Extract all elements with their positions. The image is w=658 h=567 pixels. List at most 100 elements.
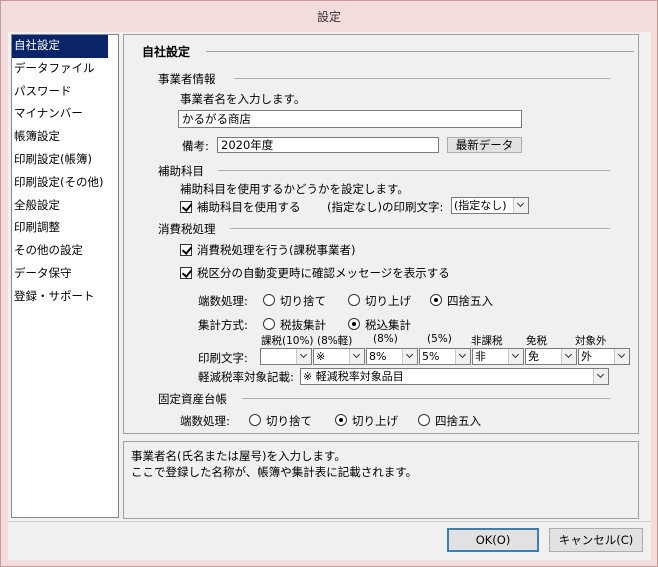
nav-item-data-file[interactable]: データファイル — [12, 58, 118, 81]
memo-label: 備考: — [182, 139, 209, 153]
tax-round-down-label: 切り捨て — [280, 294, 326, 308]
fixed-round-down-radio[interactable] — [249, 414, 261, 426]
chevron-down-icon — [561, 349, 576, 364]
aggregate-included-radio[interactable] — [348, 318, 360, 330]
tax-process-label: 消費税処理を行う(課税事業者) — [197, 243, 356, 257]
footer-divider — [8, 521, 651, 522]
subject-instruction: 補助科目を使用するかどうかを設定します。 — [180, 182, 409, 196]
print-char-nontaxable-value: 非 — [475, 350, 486, 363]
column-5: (5%) — [427, 333, 452, 345]
use-subject-checkbox[interactable] — [180, 201, 192, 213]
column-exempt: 免税 — [526, 335, 547, 347]
print-char-out-of-scope-value: 外 — [581, 350, 592, 363]
chevron-down-icon — [349, 349, 364, 364]
print-char-5-value: 5% — [422, 350, 440, 363]
chevron-down-icon — [508, 349, 523, 364]
latest-data-button[interactable]: 最新データ — [447, 137, 522, 153]
panel-title-divider — [206, 51, 634, 52]
fixed-rounding-label: 端数処理: — [180, 414, 230, 428]
print-char-8[interactable]: 8% — [366, 348, 418, 365]
print-char-8-value: 8% — [369, 350, 387, 363]
subject-print-value: (指定なし) — [454, 199, 507, 212]
panel-title: 自社設定 — [142, 45, 191, 59]
subject-print-label: (指定なし)の印刷文字: — [327, 200, 444, 214]
fixed-round-half-radio[interactable] — [418, 414, 430, 426]
nav-item-print-other[interactable]: 印刷設定(その他) — [12, 172, 118, 195]
nav-item-other[interactable]: その他の設定 — [12, 240, 118, 263]
subject-print-select[interactable]: (指定なし) — [451, 197, 529, 214]
settings-window: 設定 自社設定 データファイル パスワード マイナンバー 帳簿設定 印刷設定(帳… — [0, 0, 658, 567]
business-name-instruction: 事業者名を入力します。 — [180, 92, 306, 106]
chevron-down-icon — [455, 349, 470, 364]
chevron-down-icon — [593, 369, 608, 384]
fixed-assets-header: 固定資産台帳 — [158, 392, 227, 406]
column-8: (8%) — [373, 333, 398, 345]
print-char-out-of-scope[interactable]: 外 — [578, 348, 630, 365]
tax-rounding-label: 端数処理: — [198, 294, 248, 308]
nav-item-general[interactable]: 全般設定 — [12, 195, 118, 218]
aggregate-excluded-radio[interactable] — [263, 318, 275, 330]
settings-nav: 自社設定 データファイル パスワード マイナンバー 帳簿設定 印刷設定(帳簿) … — [11, 34, 119, 518]
tax-round-half-label: 四捨五入 — [447, 294, 493, 308]
aggregate-excluded-label: 税抜集計 — [280, 318, 326, 332]
fixed-round-up-radio[interactable] — [335, 414, 347, 426]
reduced-tax-select[interactable]: ※ 軽減税率対象品目 — [300, 368, 609, 385]
nav-item-print-adjust[interactable]: 印刷調整 — [12, 217, 118, 240]
tax-round-up-radio[interactable] — [348, 294, 360, 306]
memo-input[interactable]: 2020年度 — [217, 137, 439, 153]
print-chars-label: 印刷文字: — [198, 351, 248, 365]
aggregate-included-label: 税込集計 — [365, 318, 411, 332]
chevron-down-icon — [402, 349, 417, 364]
nav-item-maintenance[interactable]: データ保守 — [12, 263, 118, 286]
print-char-exempt-value: 免 — [528, 350, 539, 363]
company-settings-panel: 自社設定 事業者情報 事業者名を入力します。 かるがる商店 備考: 2020年度… — [123, 34, 639, 434]
window-client: 自社設定 データファイル パスワード マイナンバー 帳簿設定 印刷設定(帳簿) … — [8, 32, 651, 560]
print-char-8-reduced-value: ※ — [316, 350, 326, 363]
nav-item-ledger[interactable]: 帳簿設定 — [12, 126, 118, 149]
column-8-reduced: (8%軽) — [317, 335, 353, 347]
tax-round-up-label: 切り上げ — [365, 294, 411, 308]
tax-header: 消費税処理 — [158, 222, 216, 236]
description-line-2: ここで登録した名称が、帳簿や集計表に記載されます。 — [131, 465, 418, 479]
aggregate-label: 集計方式: — [198, 318, 248, 332]
print-char-5[interactable]: 5% — [419, 348, 471, 365]
fixed-round-down-label: 切り捨て — [266, 414, 312, 428]
chevron-down-icon — [296, 349, 311, 364]
print-char-8-reduced[interactable]: ※ — [313, 348, 365, 365]
print-char-taxable-10[interactable] — [260, 348, 312, 365]
column-nontaxable: 非課税 — [471, 335, 503, 347]
tax-process-checkbox[interactable] — [180, 244, 192, 256]
tax-confirm-label: 税区分の自動変更時に確認メッセージを表示する — [197, 266, 450, 280]
tax-divider — [230, 228, 610, 229]
nav-item-my-number[interactable]: マイナンバー — [12, 103, 118, 126]
reduced-tax-label: 軽減税率対象記載: — [198, 370, 294, 384]
business-name-input[interactable]: かるがる商店 — [178, 110, 522, 128]
nav-item-password[interactable]: パスワード — [12, 81, 118, 104]
business-info-divider — [234, 78, 610, 79]
nav-item-company[interactable]: 自社設定 — [12, 35, 108, 58]
cancel-button[interactable]: キャンセル(C) — [549, 528, 643, 552]
ok-button[interactable]: OK(O) — [447, 528, 539, 552]
tax-confirm-checkbox[interactable] — [180, 267, 192, 279]
tax-round-down-radio[interactable] — [263, 294, 275, 306]
fixed-round-half-label: 四捨五入 — [435, 414, 481, 428]
reduced-tax-value: ※ 軽減税率対象品目 — [303, 370, 404, 383]
tax-round-half-radio[interactable] — [430, 294, 442, 306]
window-title: 設定 — [2, 2, 656, 32]
fixed-assets-divider — [242, 398, 610, 399]
business-info-header: 事業者情報 — [158, 72, 216, 86]
nav-item-print-ledger[interactable]: 印刷設定(帳簿) — [12, 149, 118, 172]
column-out-of-scope: 対象外 — [575, 335, 607, 347]
column-taxable-10: 課税(10%) — [261, 335, 314, 347]
chevron-down-icon — [614, 349, 629, 364]
description-box: 事業者名(氏名または屋号)を入力します。 ここで登録した名称が、帳簿や集計表に記… — [123, 441, 639, 519]
subject-divider — [218, 170, 610, 171]
use-subject-label: 補助科目を使用する — [197, 200, 301, 214]
print-char-exempt[interactable]: 免 — [525, 348, 577, 365]
fixed-round-up-label: 切り上げ — [352, 414, 398, 428]
nav-item-support[interactable]: 登録・サポート — [12, 286, 118, 309]
subject-header: 補助科目 — [158, 164, 204, 178]
print-char-nontaxable[interactable]: 非 — [472, 348, 524, 365]
chevron-down-icon — [513, 198, 528, 213]
description-line-1: 事業者名(氏名または屋号)を入力します。 — [131, 449, 346, 463]
